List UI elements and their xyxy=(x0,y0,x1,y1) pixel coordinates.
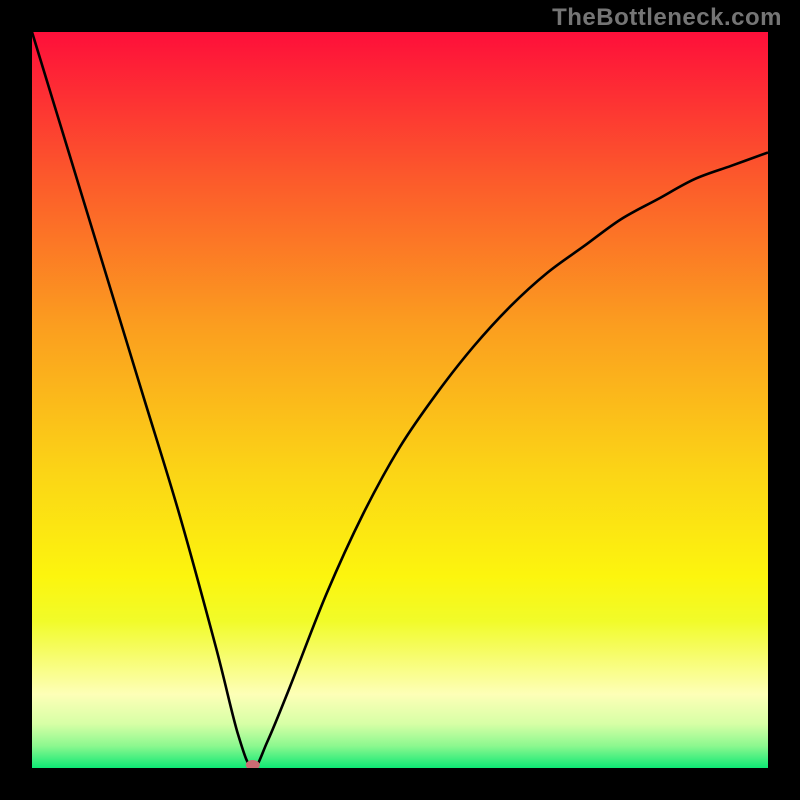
watermark-text: TheBottleneck.com xyxy=(552,4,782,32)
chart-frame: TheBottleneck.com xyxy=(0,0,800,800)
gradient-background xyxy=(32,32,768,768)
plot-area xyxy=(32,32,768,768)
bottleneck-chart-svg xyxy=(32,32,768,768)
